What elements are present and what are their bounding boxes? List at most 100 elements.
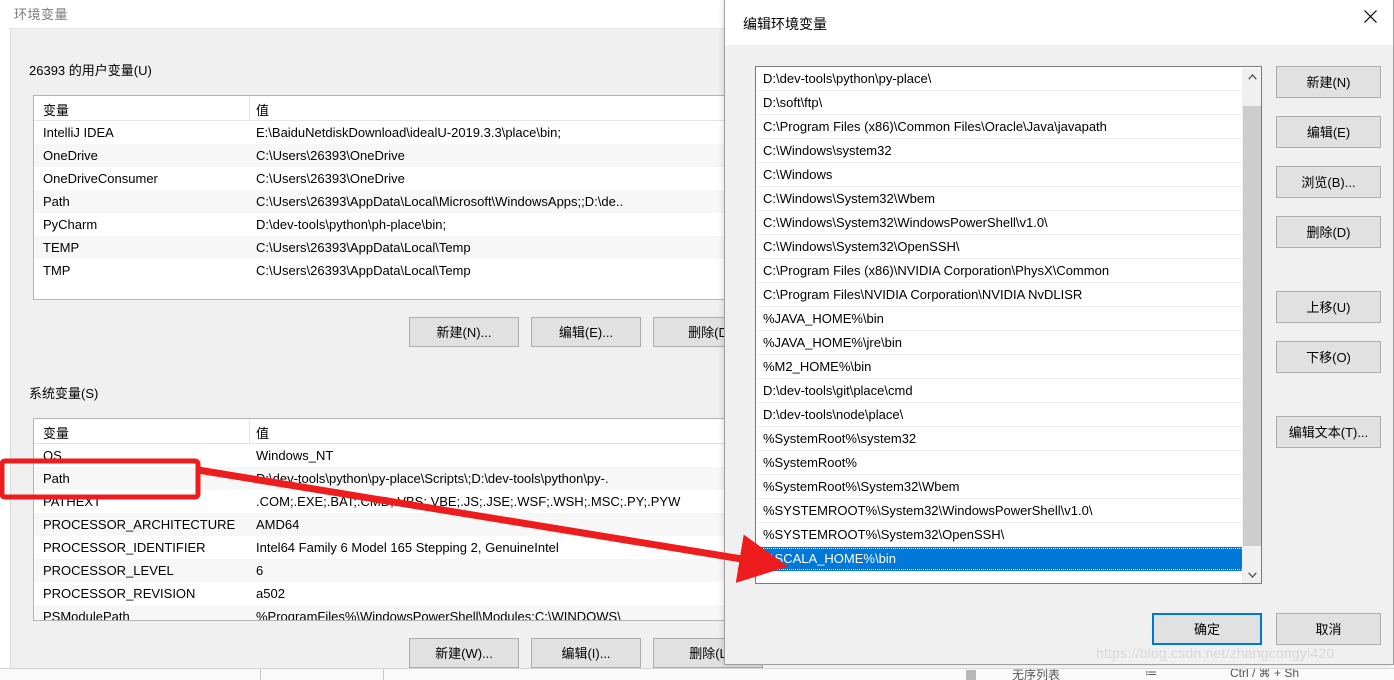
user-new-button[interactable]: 新建(N)... [409,317,519,347]
user-variables-table[interactable]: 变量 值 IntelliJ IDEA E:\BaiduNetdiskDownloa… [33,95,735,300]
variable-name-cell: PSModulePath [43,609,130,621]
list-item[interactable]: C:\Program Files\NVIDIA Corporation\NVID… [756,283,1261,307]
variable-value-cell: D:\dev-tools\python\py-place\Scripts\;D:… [256,471,609,486]
cancel-button[interactable]: 取消 [1276,613,1381,645]
variable-name-cell: IntelliJ IDEA [43,125,114,140]
variable-value-cell: C:\Users\26393\AppData\Local\Temp [256,240,471,255]
table-row[interactable]: OneDriveConsumer C:\Users\26393\OneDrive [34,167,734,190]
bottom-editor-toolbar: 无序列表 ≔ Ctrl / ⌘ + Sh [0,668,1394,680]
system-new-button[interactable]: 新建(W)... [409,638,519,668]
column-divider [249,96,250,120]
table-row[interactable]: PROCESSOR_ARCHITECTURE AMD64 [34,513,734,536]
unordered-list-icon[interactable]: ≔ [1145,669,1157,680]
environment-variables-window: 环境变量 26393 的用户变量(U) 变量 值 IntelliJ IDEA E:… [0,0,763,672]
table-row[interactable]: OneDrive C:\Users\26393\OneDrive [34,144,734,167]
path-list-scrollbar[interactable] [1242,68,1261,583]
variable-value-cell: C:\Users\26393\OneDrive [256,171,405,186]
watermark: https://blog.csdn.net/zhangcongyi420 [1096,645,1335,661]
list-item[interactable]: C:\Windows\system32 [756,139,1261,163]
list-item[interactable]: %SystemRoot%\System32\Wbem [756,475,1261,499]
path-delete-button[interactable]: 删除(D) [1276,216,1381,248]
variable-name-cell: TEMP [43,240,80,255]
table-row[interactable]: PROCESSOR_REVISION a502 [34,582,734,605]
table-row[interactable]: IntelliJ IDEA E:\BaiduNetdiskDownload\ide… [34,121,734,144]
path-edit-text-button[interactable]: 编辑文本(T)... [1276,416,1381,448]
table-row[interactable]: OS Windows_NT [34,444,734,467]
list-item[interactable]: %SYSTEMROOT%\System32\WindowsPowerShell\… [756,499,1261,523]
path-entries-rows: D:\dev-tools\python\py-place\ D:\soft\ftp… [756,67,1261,571]
table-row[interactable]: PROCESSOR_LEVEL 6 [34,559,734,582]
variable-name-cell: PROCESSOR_IDENTIFIER [43,540,206,555]
system-variables-rows: OS Windows_NT Path D:\dev-tools\python\py-p… [34,444,734,621]
variable-value-cell: a502 [256,586,285,601]
column-header-variable[interactable]: 变量 [43,100,69,119]
scrollbar-thumb[interactable] [1243,106,1261,546]
list-item[interactable]: %SystemRoot%\system32 [756,427,1261,451]
column-header-variable[interactable]: 变量 [43,423,69,442]
path-entry-selected[interactable]: %SCALA_HOME%\bin [756,547,1261,571]
list-item[interactable]: C:\Windows\System32\Wbem [756,187,1261,211]
table-row[interactable]: PROCESSOR_IDENTIFIER Intel64 Family 6 Mod… [34,536,734,559]
system-edit-button[interactable]: 编辑(I)... [531,638,641,668]
path-edit-button[interactable]: 编辑(E) [1276,116,1381,148]
variable-name-cell: TMP [43,263,71,278]
table-row[interactable]: TEMP C:\Users\26393\AppData\Local\Temp [34,236,734,259]
list-item[interactable]: %SYSTEMROOT%\System32\OpenSSH\ [756,523,1261,547]
table-row[interactable]: PSModulePath %ProgramFiles%\WindowsPowerS… [34,605,734,621]
table-row[interactable]: Path D:\dev-tools\python\py-place\Scripts… [34,467,734,490]
variable-name-cell: Path [43,471,70,486]
table-row[interactable]: PATHEXT .COM;.EXE;.BAT;.CMD;.VBS;.VBE;.JS… [34,490,734,513]
table-row[interactable]: Path C:\Users\26393\AppData\Local\Microso… [34,190,734,213]
variable-name-cell: PyCharm [43,217,98,232]
list-item[interactable]: C:\Program Files (x86)\Common Files\Orac… [756,115,1261,139]
list-item[interactable]: C:\Windows\System32\OpenSSH\ [756,235,1261,259]
list-item[interactable]: D:\dev-tools\git\place\cmd [756,379,1261,403]
list-item[interactable]: D:\soft\ftp\ [756,91,1261,115]
path-entries-listbox[interactable]: D:\dev-tools\python\py-place\ D:\soft\ftp… [755,66,1262,584]
list-item[interactable]: %SystemRoot% [756,451,1261,475]
toolbar-label: 无序列表 [1012,668,1061,680]
user-variables-group-label: 26393 的用户变量(U) [26,60,155,79]
variable-value-cell: .COM;.EXE;.BAT;.CMD;.VBS;.VBE;.JS;.JSE;.… [256,494,681,509]
path-move-up-button[interactable]: 上移(U) [1276,291,1381,323]
list-item[interactable]: %JAVA_HOME%\bin [756,307,1261,331]
variable-value-cell: C:\Users\26393\AppData\Local\Temp [256,263,471,278]
close-icon[interactable] [1347,0,1393,32]
variable-name-cell: PROCESSOR_REVISION [43,586,196,601]
toolbar-divider [383,669,384,680]
toolbar-divider [260,669,261,680]
table-row[interactable]: PyCharm D:\dev-tools\python\ph-place\bin; [34,213,734,236]
list-item[interactable]: %JAVA_HOME%\jre\bin [756,331,1261,355]
variable-name-cell: OS [43,448,62,463]
path-new-button[interactable]: 新建(N) [1276,66,1381,98]
system-variables-group-label: 系统变量(S) [26,383,102,402]
list-item[interactable]: C:\Windows [756,163,1261,187]
scroll-up-icon[interactable] [1243,68,1261,86]
environment-variables-titlebar: 环境变量 [0,0,745,29]
ok-button[interactable]: 确定 [1152,613,1262,645]
list-item[interactable]: C:\Windows\System32\WindowsPowerShell\v1… [756,211,1261,235]
system-variables-table[interactable]: 变量 值 OS Windows_NT Path D:\dev-tools\python… [33,418,735,621]
variable-value-cell: C:\Users\26393\AppData\Local\Microsoft\W… [256,194,624,209]
variable-value-cell: AMD64 [256,517,300,532]
variable-value-cell: Intel64 Family 6 Model 165 Stepping 2, G… [256,540,559,555]
table-row[interactable]: TMP C:\Users\26393\AppData\Local\Temp [34,259,734,282]
column-header-value[interactable]: 值 [256,100,269,119]
list-item[interactable]: D:\dev-tools\node\place\ [756,403,1261,427]
list-item[interactable]: %M2_HOME%\bin [756,355,1261,379]
variable-name-cell: OneDriveConsumer [43,171,158,186]
path-browse-button[interactable]: 浏览(B)... [1276,166,1381,198]
list-item[interactable]: D:\dev-tools\python\py-place\ [756,67,1261,91]
path-move-down-button[interactable]: 下移(O) [1276,341,1381,373]
variable-value-cell: 6 [256,563,264,578]
variable-name-cell: Path [43,194,70,209]
user-edit-button[interactable]: 编辑(E)... [531,317,641,347]
column-divider [249,419,250,443]
variable-name-cell: OneDrive [43,148,98,163]
system-variables-table-header: 变量 值 [34,419,734,444]
scroll-down-icon[interactable] [1243,566,1261,583]
variable-value-cell: E:\BaiduNetdiskDownload\idealU-2019.3.3\… [256,125,561,140]
list-item[interactable]: C:\Program Files (x86)\NVIDIA Corporatio… [756,259,1261,283]
page-title: 环境变量 [14,7,69,22]
column-header-value[interactable]: 值 [256,423,269,442]
